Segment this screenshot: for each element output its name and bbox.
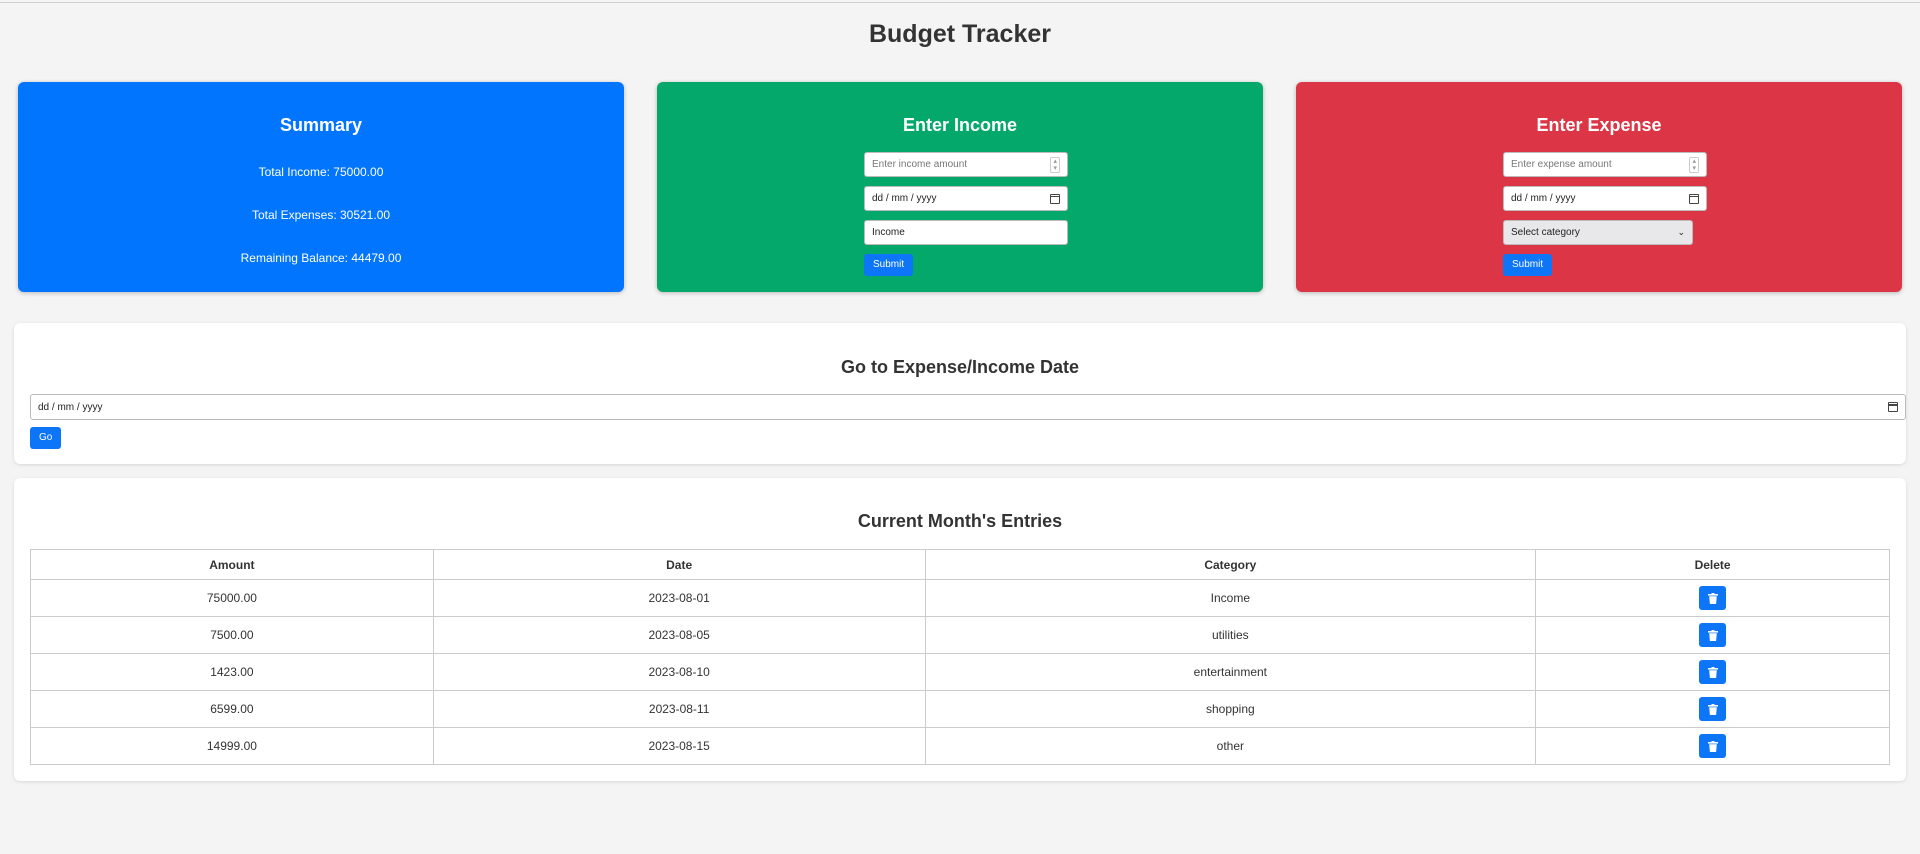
- cell-delete: [1535, 653, 1890, 691]
- summary-title: Summary: [279, 115, 363, 135]
- cell-amount: 6599.00: [30, 690, 434, 728]
- column-header-delete: Delete: [1535, 549, 1890, 580]
- number-spinner-icon[interactable]: ▴ ▾: [1050, 156, 1060, 173]
- income-amount-placeholder: Enter income amount: [872, 159, 968, 170]
- total-income-text: Total Income: 75000.00: [258, 165, 384, 179]
- income-title: Enter Income: [902, 115, 1018, 135]
- cell-date: 2023-08-11: [432, 690, 926, 728]
- calendar-icon[interactable]: [1050, 193, 1060, 204]
- column-header-date: Date: [432, 549, 926, 580]
- cell-amount: 14999.00: [30, 727, 434, 765]
- trash-icon[interactable]: [1699, 697, 1727, 721]
- go-button[interactable]: Go: [30, 427, 62, 449]
- trash-icon[interactable]: [1699, 586, 1727, 610]
- table-row: 6599.00 2023-08-11 shopping: [30, 690, 1890, 728]
- income-date-placeholder: dd / mm / yyyy: [872, 193, 937, 204]
- goto-date-placeholder: dd / mm / yyyy: [38, 401, 103, 413]
- income-date-input[interactable]: dd / mm / yyyy: [864, 186, 1068, 211]
- entries-table: Amount Date Category Delete 75000.00 202…: [30, 549, 1890, 765]
- expense-form: Enter expense amount ▴ ▾ dd / mm / yyyy S…: [1503, 152, 1709, 276]
- income-card: Enter Income Enter income amount ▴ ▾ dd /…: [657, 82, 1263, 292]
- goto-title: Go to Expense/Income Date: [840, 357, 1080, 377]
- expense-submit-button[interactable]: Submit: [1503, 254, 1553, 276]
- cell-category: entertainment: [924, 653, 1537, 691]
- column-header-amount: Amount: [30, 549, 434, 580]
- cell-delete: [1535, 690, 1890, 728]
- income-form: Enter income amount ▴ ▾ dd / mm / yyyy In…: [864, 152, 1070, 276]
- top-divider: [0, 2, 1920, 3]
- expense-amount-input[interactable]: Enter expense amount ▴ ▾: [1503, 152, 1707, 177]
- remaining-balance-text: Remaining Balance: 44479.00: [240, 251, 402, 265]
- income-category-input[interactable]: Income: [864, 220, 1068, 245]
- cell-delete: [1535, 616, 1890, 654]
- table-row: 7500.00 2023-08-05 utilities: [30, 616, 1890, 654]
- cell-amount: 7500.00: [30, 616, 434, 654]
- expense-category-placeholder: Select category: [1511, 227, 1580, 238]
- cell-delete: [1535, 579, 1890, 617]
- cell-category: shopping: [924, 690, 1537, 728]
- column-header-category: Category: [924, 549, 1537, 580]
- entries-panel: Current Month's Entries Amount Date Cate…: [14, 478, 1906, 781]
- cell-date: 2023-08-05: [432, 616, 926, 654]
- page-title: Budget Tracker: [868, 20, 1051, 48]
- goto-date-panel: Go to Expense/Income Date dd / mm / yyyy…: [14, 323, 1906, 464]
- goto-date-input[interactable]: dd / mm / yyyy: [30, 394, 1906, 420]
- expense-title: Enter Expense: [1536, 115, 1662, 135]
- cell-date: 2023-08-01: [432, 579, 926, 617]
- expense-amount-placeholder: Enter expense amount: [1511, 159, 1612, 170]
- table-row: 75000.00 2023-08-01 Income: [30, 579, 1890, 617]
- cell-date: 2023-08-15: [432, 727, 926, 765]
- income-category-value: Income: [872, 227, 905, 238]
- expense-date-input[interactable]: dd / mm / yyyy: [1503, 186, 1707, 211]
- cell-date: 2023-08-10: [432, 653, 926, 691]
- calendar-icon[interactable]: [1689, 193, 1699, 204]
- cell-category: utilities: [924, 616, 1537, 654]
- expense-date-placeholder: dd / mm / yyyy: [1511, 193, 1576, 204]
- table-row: 14999.00 2023-08-15 other: [30, 727, 1890, 765]
- income-amount-input[interactable]: Enter income amount ▴ ▾: [864, 152, 1068, 177]
- income-submit-button[interactable]: Submit: [864, 254, 914, 276]
- summary-card: Summary Total Income: 75000.00 Total Exp…: [18, 82, 624, 292]
- table-header-row: Amount Date Category Delete: [30, 549, 1890, 580]
- expense-card: Enter Expense Enter expense amount ▴ ▾ dd…: [1296, 82, 1902, 292]
- expense-category-select[interactable]: Select category ⌄: [1503, 220, 1693, 245]
- cell-delete: [1535, 727, 1890, 765]
- cell-category: Income: [924, 579, 1537, 617]
- table-row: 1423.00 2023-08-10 entertainment: [30, 653, 1890, 691]
- total-expenses-text: Total Expenses: 30521.00: [251, 208, 391, 222]
- number-spinner-icon[interactable]: ▴ ▾: [1689, 156, 1699, 173]
- cell-category: other: [924, 727, 1537, 765]
- cell-amount: 75000.00: [30, 579, 434, 617]
- cell-amount: 1423.00: [30, 653, 434, 691]
- calendar-icon[interactable]: [1888, 402, 1898, 412]
- trash-icon[interactable]: [1699, 623, 1727, 647]
- chevron-down-icon: ⌄: [1677, 227, 1685, 237]
- trash-icon[interactable]: [1699, 660, 1727, 684]
- trash-icon[interactable]: [1699, 734, 1727, 758]
- entries-title: Current Month's Entries: [857, 511, 1063, 531]
